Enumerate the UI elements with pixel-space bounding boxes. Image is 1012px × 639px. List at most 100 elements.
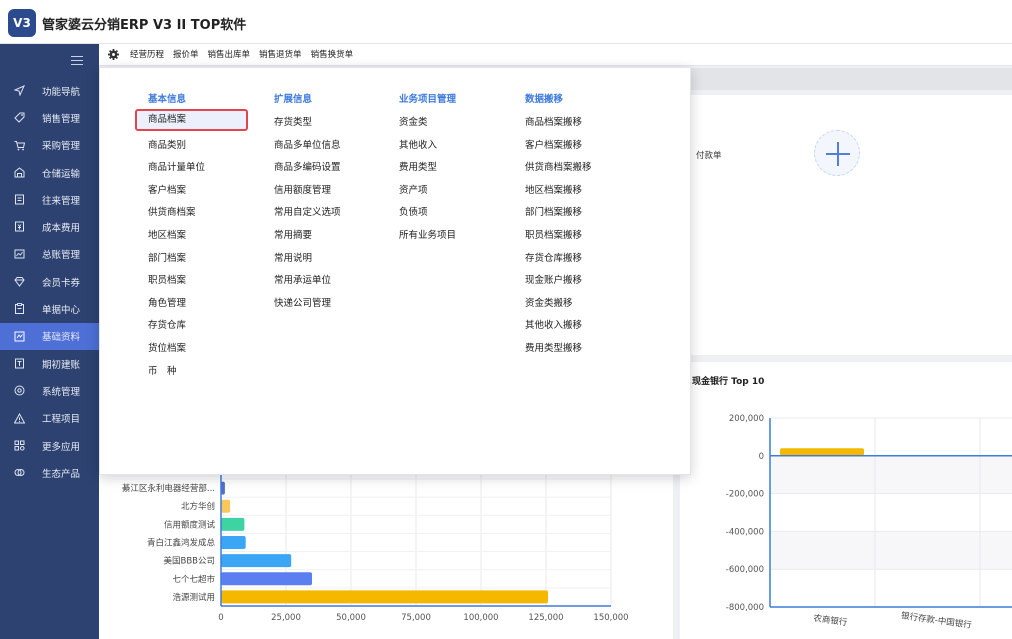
app-header: V3 管家婆云分销ERP V3 II TOP软件 (0, 0, 1012, 44)
menu-item[interactable]: 所有业务项目 (399, 227, 456, 241)
bar (221, 572, 312, 586)
bar (221, 499, 231, 513)
menu-item[interactable]: 费用类型搬移 (525, 340, 582, 354)
menu-item[interactable]: 信用额度管理 (274, 182, 331, 196)
sidebar-item-label: 总账管理 (42, 250, 81, 262)
menu-item[interactable]: 客户档案搬移 (525, 137, 582, 151)
menu-item[interactable]: 地区档案搬移 (525, 182, 582, 196)
sidebar-item-label: 会员卡券 (42, 277, 81, 289)
sidebar-item-label: 功能导航 (42, 86, 81, 98)
menu-item[interactable]: 客户档案 (148, 182, 186, 196)
menu-item[interactable]: 角色管理 (148, 295, 186, 309)
database-icon (14, 331, 25, 342)
sidebar-item[interactable]: 期初建账 (0, 350, 99, 377)
basic-data-menu: 基本信息商品档案商品类别商品计量单位 客户档案供货商档案地区档案部门档案职员档案角… (99, 67, 691, 475)
collapse-menu-icon[interactable] (71, 56, 83, 66)
sidebar-item[interactable]: 功能导航 (0, 77, 99, 104)
sidebar-item[interactable]: 仓储运输 (0, 159, 99, 186)
y-tick-label: -600,000 (726, 565, 764, 575)
menu-item[interactable]: 现金账户搬移 (525, 272, 582, 286)
menu-item[interactable]: 资产项 (399, 182, 428, 196)
menu-item[interactable]: 职员档案 (148, 272, 186, 286)
ledger-icon (14, 194, 25, 205)
sidebar-item-label: 单据中心 (42, 305, 81, 317)
toolbar-link[interactable]: 销售换货单 (311, 48, 354, 60)
menu-item[interactable]: 存货类型 (274, 114, 312, 128)
menu-item[interactable]: 职员档案搬移 (525, 227, 582, 241)
menu-item[interactable]: 快递公司管理 (274, 295, 331, 309)
menu-item[interactable]: 商品多编码设置 (274, 159, 341, 173)
sidebar-item-label: 采购管理 (42, 141, 81, 153)
menu-item[interactable]: 常用摘要 (274, 227, 312, 241)
shortcut-panel: 付款单 (680, 95, 1012, 355)
sidebar-item[interactable]: 基础资料 (0, 322, 99, 350)
menu-column-heading: 基本信息 (148, 94, 187, 105)
toolbar-link[interactable]: 销售退货单 (259, 48, 302, 60)
menu-item[interactable]: 商品档案搬移 (525, 114, 582, 128)
menu-item[interactable]: 地区档案 (148, 227, 186, 241)
sidebar-item[interactable]: 单据中心 (0, 295, 99, 322)
toolbar-link[interactable]: 经营历程 (130, 48, 164, 60)
toolbar-link[interactable]: 报价单 (173, 48, 199, 60)
menu-item[interactable]: 其他收入搬移 (525, 317, 582, 331)
sidebar-item-label: 期初建账 (42, 359, 81, 371)
menu-item[interactable]: 常用自定义选项 (274, 204, 341, 218)
menu-item[interactable]: 商品档案 (135, 109, 248, 131)
menu-item[interactable]: 商品计量单位 (148, 159, 205, 173)
bar (221, 554, 292, 568)
sidebar-item[interactable]: 总账管理 (0, 241, 99, 268)
sidebar-item[interactable]: 采购管理 (0, 132, 99, 159)
menu-item[interactable]: 存货仓库搬移 (525, 250, 582, 264)
sidebar-item[interactable]: 销售管理 (0, 104, 99, 131)
category-label: 农商银行 (813, 613, 849, 629)
sidebar-item-label: 仓储运输 (42, 168, 81, 180)
clipboard-icon (14, 303, 25, 315)
menu-item[interactable]: 费用类型 (399, 159, 437, 173)
x-tick-label: 100,000 (463, 613, 498, 623)
menu-item[interactable]: 商品多单位信息 (274, 137, 341, 151)
menu-item[interactable]: 供货商档案 (148, 204, 196, 218)
app-logo[interactable]: V3 (8, 9, 36, 37)
sidebar-item[interactable]: 工程项目 (0, 405, 99, 432)
warning-icon (14, 412, 25, 424)
menu-item[interactable]: 货位档案 (148, 340, 186, 354)
customer-bar-chart: 0 25,000 50,000 75,000 100,000 125,000 150,000… (122, 470, 629, 623)
sidebar-item[interactable]: 往来管理 (0, 186, 99, 213)
toolbar-links: 经营历程 报价单 销售出库单 销售退货单 销售换货单 (130, 48, 353, 60)
menu-item[interactable]: 存货仓库 (148, 317, 186, 331)
menu-item[interactable]: 负债项 (399, 204, 428, 218)
sidebar-item[interactable]: 更多应用 (0, 432, 99, 459)
chart-icon (14, 249, 25, 260)
cash-bank-chart-panel: 现金银行 Top 10 200,000 0 -200,000 -400,000 -600… (680, 362, 1012, 639)
gear-icon[interactable] (108, 49, 119, 60)
add-shortcut-button[interactable] (814, 130, 860, 176)
menu-item[interactable]: 资金类 (399, 114, 428, 128)
menu-item[interactable]: 常用承运单位 (274, 272, 331, 286)
sidebar-item[interactable]: 成本费用 (0, 213, 99, 240)
menu-item[interactable]: 资金类搬移 (525, 295, 573, 309)
sidebar-item[interactable]: 系统管理 (0, 377, 99, 404)
y-tick-label: 200,000 (729, 414, 764, 424)
sidebar-item[interactable]: 生态产品 (0, 459, 99, 486)
menu-item[interactable]: 部门档案搬移 (525, 204, 582, 218)
cost-icon (14, 221, 25, 232)
sidebar-item-label: 系统管理 (42, 386, 81, 398)
sidebar-nav: 功能导航销售管理采购管理仓储运输往来管理成本费用总账管理会员卡券单据中心基础资料… (0, 77, 99, 486)
bar (221, 536, 246, 549)
toolbar-link[interactable]: 销售出库单 (208, 48, 251, 60)
payment-shortcut-label[interactable]: 付款单 (696, 149, 722, 161)
menu-item[interactable]: 其他收入 (399, 137, 437, 151)
sidebar-item-label: 更多应用 (42, 441, 81, 453)
settings-icon (14, 385, 25, 396)
menu-column-heading: 扩展信息 (274, 94, 313, 105)
menu-item[interactable]: 部门档案 (148, 250, 186, 264)
menu-item[interactable]: 币 种 (148, 363, 177, 377)
menu-item[interactable]: 常用说明 (274, 250, 312, 264)
sidebar-item-label: 往来管理 (42, 195, 81, 207)
grid-band (770, 531, 1012, 570)
category-label: 美国BBB公司 (164, 556, 216, 567)
menu-item[interactable]: 商品类别 (148, 137, 186, 151)
sidebar-item[interactable]: 会员卡券 (0, 268, 99, 295)
menu-item[interactable]: 供货商档案搬移 (525, 159, 592, 173)
grid-band (770, 455, 1012, 494)
